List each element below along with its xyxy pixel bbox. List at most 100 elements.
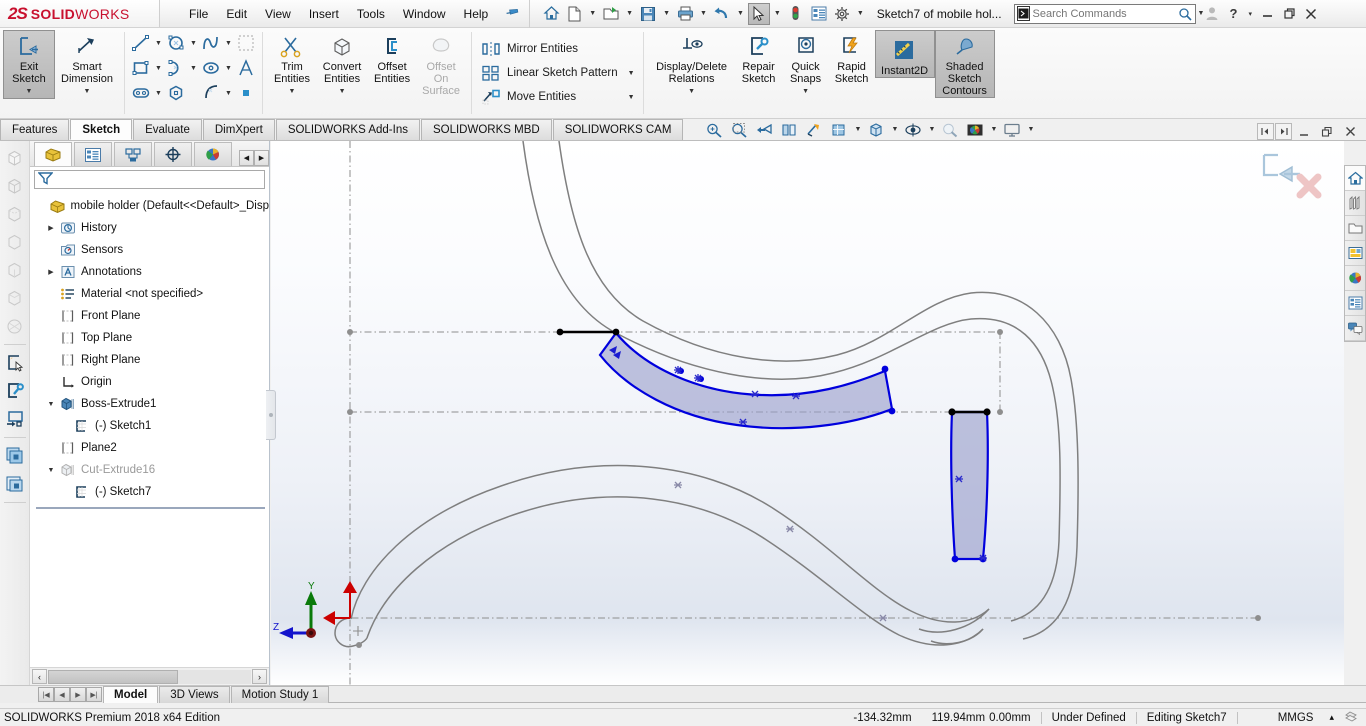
settings-gear-icon[interactable]	[831, 3, 853, 25]
feature-manager-splitter[interactable]	[266, 390, 276, 440]
construction-endpoint-1[interactable]	[347, 329, 353, 335]
minimize-icon[interactable]	[1257, 3, 1277, 25]
view-orientation-cube-icon[interactable]	[827, 119, 851, 140]
section-view-icon[interactable]	[777, 119, 801, 140]
offset-entities-button[interactable]: Offset Entities	[368, 30, 416, 86]
tab-sketch[interactable]: Sketch	[70, 119, 133, 140]
view-settings-caret[interactable]: ▼	[1025, 119, 1036, 140]
nav-prev-button[interactable]: ◀	[54, 687, 70, 702]
tab-solidworks-add-ins[interactable]: SOLIDWORKS Add-Ins	[275, 119, 420, 140]
relation-marker-icon[interactable]	[879, 614, 887, 622]
view-orientation-caret[interactable]: ▼	[852, 119, 863, 140]
restore-left-icon[interactable]	[1257, 123, 1274, 140]
print-icon[interactable]	[674, 3, 696, 25]
relation-coincident-icon[interactable]	[674, 366, 682, 374]
annotations-twist[interactable]: ▶	[44, 268, 58, 276]
search-commands-box[interactable]: ▼	[1013, 3, 1204, 24]
help-caret[interactable]: ▾	[1246, 10, 1256, 18]
model-edge-left-cap[interactable]	[334, 617, 368, 648]
viewport-restore-icon[interactable]	[1316, 123, 1338, 140]
sketch-endpoint-3[interactable]	[951, 555, 959, 563]
fm-tab-dimxpert-manager[interactable]	[154, 142, 192, 166]
quick-snaps-button[interactable]: Quick Snaps ▼	[783, 30, 829, 99]
tree-item-sketch1[interactable]: (-) Sketch1	[32, 415, 269, 437]
spline-caret[interactable]: ▼	[223, 31, 234, 55]
tree-item-history[interactable]: ▶ History	[32, 217, 269, 239]
view-settings-icon[interactable]	[1000, 119, 1024, 140]
smart-dimension-dropdown[interactable]: ▼	[84, 86, 91, 98]
exit-sketch-dropdown[interactable]: ▼	[26, 86, 33, 98]
smart-dimension-button[interactable]: Smart Dimension ▼	[55, 30, 119, 99]
tab-dimxpert[interactable]: DimXpert	[202, 119, 275, 140]
shaded-sketch-contours-button[interactable]: Shaded Sketch Contours	[934, 30, 995, 98]
nav-first-button[interactable]: |◀	[38, 687, 54, 702]
defined-edge-upper-endpoint-1[interactable]	[556, 328, 564, 336]
shaded-cube-icon[interactable]	[2, 145, 28, 171]
mirror-entities-item[interactable]: Mirror Entities	[476, 37, 639, 61]
task-pane-design-library[interactable]	[1345, 191, 1365, 216]
ellipse-caret[interactable]: ▼	[223, 56, 234, 80]
nav-next-button[interactable]: ▶	[70, 687, 86, 702]
relation-coincident-icon[interactable]	[694, 374, 702, 382]
relation-marker-icon[interactable]	[786, 525, 794, 533]
tab-features[interactable]: Features	[0, 119, 70, 140]
search-input[interactable]	[1032, 7, 1175, 20]
select-caret[interactable]: ▼	[771, 10, 784, 17]
restore-right-icon[interactable]	[1275, 123, 1292, 140]
units-label[interactable]: MMGS	[1238, 712, 1324, 724]
sketch-point-marker[interactable]	[353, 626, 363, 636]
sketch-fillet-icon[interactable]	[199, 81, 223, 105]
fm-scroll-track[interactable]	[48, 669, 251, 684]
configuration-icon[interactable]	[2, 471, 28, 497]
tree-item-right-plane[interactable]: Right Plane	[32, 349, 269, 371]
repair-sketch-button[interactable]: Repair Sketch	[735, 30, 783, 86]
fm-scroll-right-arrow[interactable]: ›	[252, 669, 267, 684]
apply-scene-icon[interactable]	[963, 119, 987, 140]
tab-solidworks-cam[interactable]: SOLIDWORKS CAM	[552, 119, 684, 140]
fm-tab-display-manager[interactable]	[194, 142, 232, 166]
menu-edit[interactable]: Edit	[217, 3, 256, 25]
menu-window[interactable]: Window	[394, 3, 455, 25]
repair-sketch-rail-icon[interactable]	[2, 378, 28, 404]
edit-appearance-icon[interactable]	[938, 119, 962, 140]
move-entities-item[interactable]: Move Entities ▼	[476, 85, 639, 109]
restore-icon[interactable]	[1279, 3, 1299, 25]
settings-caret[interactable]: ▼	[854, 10, 867, 17]
hidden-removed-cube-icon[interactable]	[2, 229, 28, 255]
hidden-lines-cube-icon[interactable]	[2, 201, 28, 227]
quick-snaps-dropdown[interactable]: ▼	[802, 86, 809, 98]
model-edge-right-lower-2[interactable]	[930, 628, 984, 645]
new-document-icon[interactable]	[563, 3, 585, 25]
model-edge-lower-inner[interactable]	[366, 496, 984, 646]
spline-icon[interactable]	[199, 31, 223, 55]
tree-item-plane2[interactable]: Plane2	[32, 437, 269, 459]
trim-entities-dropdown[interactable]: ▼	[289, 86, 296, 98]
trim-entities-button[interactable]: Trim Entities ▼	[268, 30, 316, 99]
shaded-edges-cube-icon[interactable]	[2, 257, 28, 283]
slot-caret[interactable]: ▼	[153, 81, 164, 105]
rebuild-traffic-light-icon[interactable]	[785, 3, 807, 25]
model-edge-lower-outer[interactable]	[350, 464, 990, 623]
select-cursor-icon[interactable]	[747, 2, 770, 25]
arc-icon[interactable]	[164, 56, 188, 80]
exit-sketch-button[interactable]: Exit Sketch ▼	[3, 30, 55, 99]
tree-item-cut-extrude16[interactable]: ▼ Cut-Extrude16	[32, 459, 269, 481]
defined-edge-right-endpoint-1[interactable]	[948, 408, 956, 416]
task-pane-file-explorer[interactable]	[1345, 216, 1365, 241]
tree-item-part-root[interactable]: mobile holder (Default<<Default>_Disp	[32, 195, 269, 217]
task-pane-resources[interactable]	[1345, 166, 1365, 191]
sketch-graphics[interactable]: Y Z	[271, 141, 1344, 685]
display-style-caret[interactable]: ▼	[889, 119, 900, 140]
home-icon[interactable]	[540, 3, 562, 25]
right-band-fill[interactable]	[950, 410, 989, 561]
wireframe-cube-icon[interactable]	[2, 173, 28, 199]
nav-last-button[interactable]: ▶|	[86, 687, 102, 702]
sketch-endpoint-2[interactable]	[888, 407, 896, 415]
circle-caret[interactable]: ▼	[188, 31, 199, 55]
task-pane-view-palette[interactable]	[1345, 241, 1365, 266]
help-button[interactable]: ?	[1224, 3, 1244, 25]
convert-entities-dropdown[interactable]: ▼	[339, 86, 346, 98]
tree-item-front-plane[interactable]: Front Plane	[32, 305, 269, 327]
instant2d-button[interactable]: Instant2D	[874, 30, 935, 78]
open-folder-icon[interactable]	[600, 3, 622, 25]
